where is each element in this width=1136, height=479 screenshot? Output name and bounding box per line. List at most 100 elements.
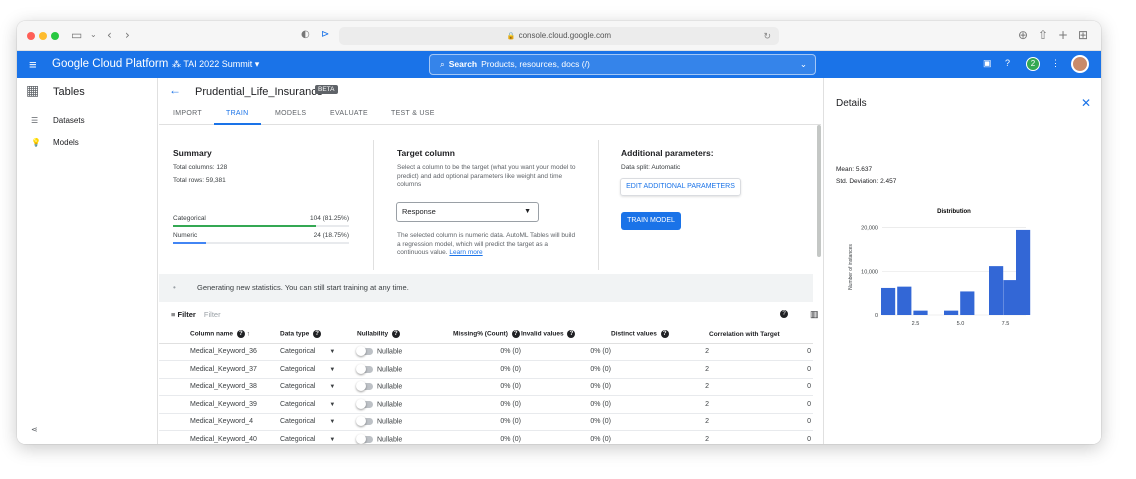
nullable-toggle[interactable] [356,433,373,444]
y-axis-label: Number of instances [848,244,854,290]
help-icon[interactable]: ? [660,330,669,339]
chart-title: Distribution [937,209,971,215]
cell-nullability[interactable]: Nullable [356,378,453,396]
minimize-window-button[interactable] [39,32,47,40]
share-icon[interactable]: ⇧ [1038,28,1048,42]
cell-data-type[interactable]: Categorical ▼ [280,378,357,396]
privacy-icon[interactable]: ◐ [301,29,310,40]
cell-column-name[interactable]: Medical_Keyword_37 [159,360,280,379]
dropdown-arrow-icon[interactable]: ▼ [329,367,335,373]
help-icon[interactable]: ? [1005,58,1010,68]
nullable-label: Nullable [377,418,403,426]
close-icon[interactable]: ✕ [1081,96,1091,110]
cloud-shell-icon[interactable]: ▣ [983,58,992,69]
header-nullability[interactable]: Nullability ? [357,326,453,344]
cell-data-type[interactable]: Categorical ▼ [280,343,357,361]
header-correlation[interactable]: Correlation with Target [709,326,813,344]
table-row[interactable]: Medical_Keyword_37 Categorical ▼ Nullable 0%… [159,360,813,379]
collapse-sidebar-icon[interactable]: ⋖ [31,425,38,434]
numeric-label: Numeric [173,232,198,239]
cell-nullability[interactable]: Nullable [356,413,453,431]
nullable-toggle[interactable] [356,416,373,427]
header-distinct[interactable]: Distinct values ? [611,326,709,344]
address-bar[interactable]: 🔒 console.cloud.google.com ↻ [339,27,779,45]
dropdown-arrow-icon[interactable]: ▼ [329,349,335,355]
cell-column-name[interactable]: Medical_Keyword_39 [159,395,280,414]
nullable-toggle[interactable] [356,381,373,392]
avatar[interactable] [1071,55,1089,73]
header-invalid[interactable]: Invalid values ? [521,326,611,344]
filter-input-placeholder[interactable]: Filter [204,310,221,319]
sidebar-item-models[interactable]: Models [53,138,79,147]
nullable-toggle[interactable] [356,346,373,357]
search-input[interactable]: ⌕ Search Products, resources, docs (/) ⌄ [429,54,816,75]
dropdown-arrow-icon[interactable]: ▼ [329,419,335,425]
cell-nullability[interactable]: Nullable [356,430,453,444]
help-icon[interactable]: ? [511,330,520,339]
back-arrow-icon[interactable]: ‹ [107,28,112,42]
dropdown-arrow-icon[interactable]: ▼ [329,437,335,443]
tab-overview-icon[interactable]: ⊞ [1078,28,1088,42]
help-icon[interactable]: ? [236,330,245,339]
cell-data-type[interactable]: Categorical ▼ [280,395,357,414]
target-column-select[interactable]: Response ▼ [396,202,539,222]
cell-column-name[interactable]: Medical_Keyword_4 [159,413,280,431]
cell-nullability[interactable]: Nullable [356,395,453,414]
forward-arrow-icon[interactable]: › [125,28,130,42]
back-arrow-icon[interactable]: ← [169,83,181,97]
maximize-window-button[interactable] [51,32,59,40]
cell-data-type[interactable]: Categorical ▼ [280,413,357,431]
more-options-icon[interactable]: ⋮ [1051,58,1060,69]
help-icon[interactable]: ? [313,330,322,339]
dropdown-arrow-icon[interactable]: ▼ [329,384,335,390]
cell-nullability[interactable]: Nullable [356,360,453,379]
dropdown-arrow-icon[interactable]: ▼ [329,402,335,408]
cell-nullability[interactable]: Nullable [356,343,453,361]
table-header-row: Column name ? ↑ Data type ? Nullability … [159,326,813,344]
sidebar-item-datasets[interactable]: Datasets [53,116,85,125]
table-row[interactable]: Medical_Keyword_38 Categorical ▼ Nullable 0%… [159,378,813,396]
chevron-down-icon[interactable]: ⌄ [90,30,97,39]
table-row[interactable]: Medical_Keyword_4 Categorical ▼ Nullable 0% … [159,413,813,431]
tab-import[interactable]: IMPORT [173,110,202,117]
tab-train[interactable]: TRAIN [226,110,249,117]
cell-column-name[interactable]: Medical_Keyword_38 [159,378,280,396]
cell-data-type[interactable]: Categorical ▼ [280,360,357,379]
nullable-toggle[interactable] [356,398,373,409]
nullable-toggle[interactable] [356,363,373,374]
sort-arrow-icon[interactable]: ↑ [247,331,250,338]
cell-column-name[interactable]: Medical_Keyword_40 [159,430,280,444]
help-icon[interactable]: ? [391,330,400,339]
stats-notice: • Generating new statistics. You can sti… [159,274,813,302]
sidebar-toggle-icon[interactable]: ▭ [71,28,82,42]
close-window-button[interactable] [27,32,35,40]
learn-more-link[interactable]: Learn more [449,249,482,256]
column-toggle-icon[interactable]: ▥ [810,309,819,320]
notifications-badge[interactable]: 2 [1026,57,1040,71]
help-icon[interactable]: ? [778,309,788,318]
cell-column-name[interactable]: Medical_Keyword_36 [159,343,280,361]
scrollbar[interactable] [817,125,821,257]
header-data-type[interactable]: Data type ? [280,326,357,344]
hamburger-menu-icon[interactable]: ≡ [29,57,37,72]
project-selector[interactable]: ⁂ TAI 2022 Summit ▾ [172,59,259,70]
reload-icon[interactable]: ↻ [763,27,771,45]
filter-bar[interactable]: ≡ Filter Filter [171,310,221,319]
header-column-name[interactable]: Column name ? ↑ [159,326,280,344]
download-icon[interactable]: ⊕ [1018,28,1028,42]
edit-additional-parameters-button[interactable]: EDIT ADDITIONAL PARAMETERS [620,178,741,196]
train-model-button[interactable]: TRAIN MODEL [621,212,681,230]
table-row[interactable]: Medical_Keyword_39 Categorical ▼ Nullable 0%… [159,395,813,414]
help-icon[interactable]: ? [567,330,576,339]
header-missing[interactable]: Missing% (Count) ? [453,326,521,344]
tab-models[interactable]: MODELS [275,110,306,117]
table-row[interactable]: Medical_Keyword_40 Categorical ▼ Nullable 0%… [159,430,813,444]
table-row[interactable]: Medical_Keyword_36 Categorical ▼ Nullable 0%… [159,343,813,361]
new-tab-icon[interactable]: + [1058,28,1068,42]
chevron-down-icon[interactable]: ⌄ [800,55,807,74]
extension-icon[interactable]: ⊳ [321,29,329,40]
cell-data-type[interactable]: Categorical ▼ [280,430,357,444]
tab-evaluate[interactable]: EVALUATE [330,110,368,117]
tab-test-and-use[interactable]: TEST & USE [391,110,435,117]
gcp-brand[interactable]: Google Cloud Platform [52,58,168,70]
